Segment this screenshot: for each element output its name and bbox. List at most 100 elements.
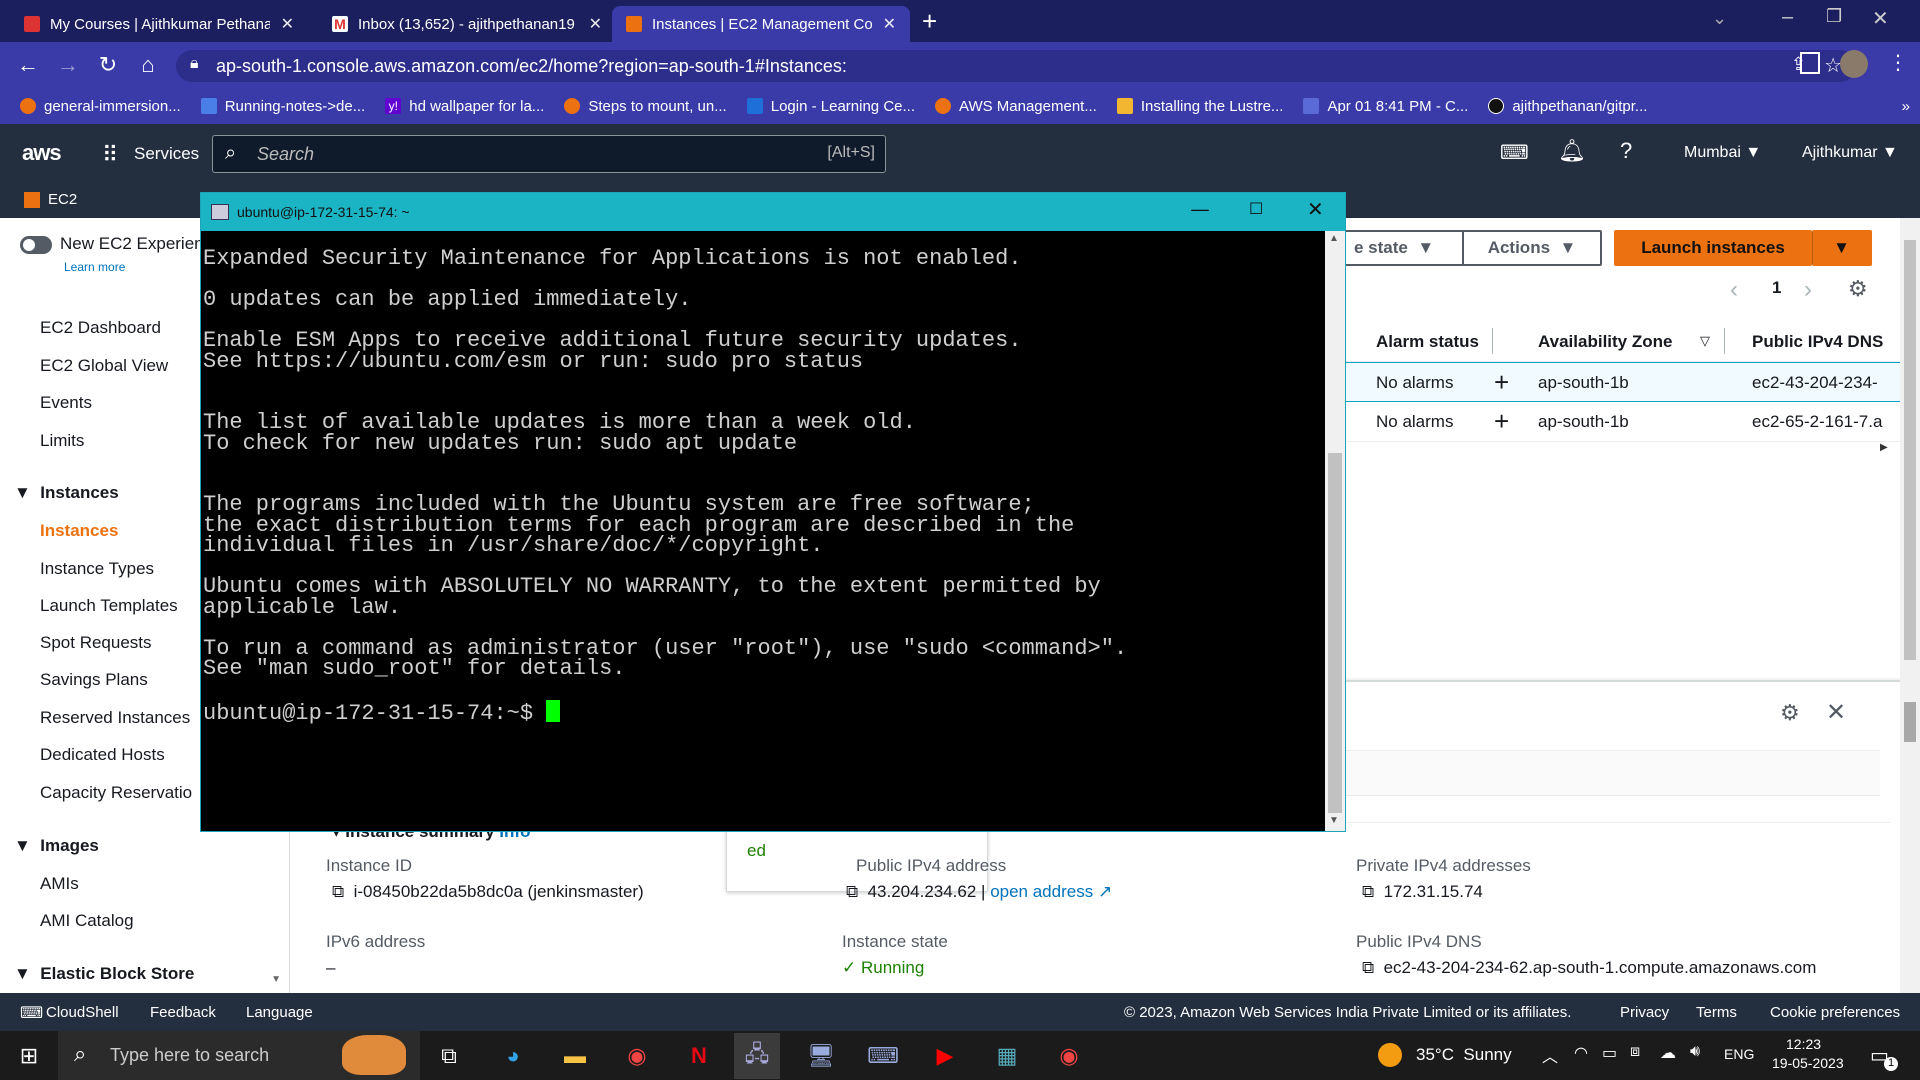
sidebar-item-limits[interactable]: Limits bbox=[40, 431, 84, 451]
bookmark-item[interactable]: general-immersion... bbox=[10, 98, 191, 115]
chrome-profile-icon[interactable]: ◉ bbox=[1046, 1033, 1092, 1079]
scrollbar-thumb[interactable] bbox=[1328, 453, 1342, 813]
external-link-icon[interactable]: ↗ bbox=[1098, 882, 1112, 901]
table-row[interactable]: No alarms + ap-south-1b ec2-43-204-234- bbox=[1346, 362, 1900, 402]
copy-icon[interactable]: ⧉ bbox=[1362, 958, 1374, 977]
forward-icon[interactable]: → bbox=[48, 52, 88, 78]
add-alarm-icon[interactable]: + bbox=[1494, 406, 1509, 437]
column-header-alarm-status[interactable]: Alarm status bbox=[1376, 332, 1479, 352]
terminal-scrollbar[interactable]: ▲ ▼ bbox=[1325, 231, 1345, 831]
cloudshell-icon[interactable]: ⌨ bbox=[1500, 140, 1529, 165]
tab-search-icon[interactable]: ⌄ bbox=[1712, 8, 1727, 29]
account-menu[interactable]: Ajithkumar ▼ bbox=[1802, 144, 1898, 162]
terminal-output[interactable]: Expanded Security Maintenance for Applic… bbox=[201, 231, 1325, 831]
add-alarm-icon[interactable]: + bbox=[1494, 367, 1509, 398]
profile-avatar[interactable] bbox=[1840, 50, 1868, 78]
close-icon[interactable]: ✕ bbox=[1826, 698, 1846, 727]
bookmark-item[interactable]: Login - Learning Ce... bbox=[737, 98, 925, 115]
wifi-icon[interactable]: ◠ bbox=[1574, 1043, 1588, 1063]
sidebar-item-launch-templates[interactable]: Launch Templates bbox=[40, 596, 178, 616]
terminal-titlebar[interactable]: ubuntu@ip-172-31-15-74: ~ — ☐ ✕ bbox=[201, 193, 1345, 231]
address-bar[interactable]: 🔒︎ ap-south-1.console.aws.amazon.com/ec2… bbox=[176, 50, 1856, 82]
network-icon[interactable]: ⧈ bbox=[1630, 1043, 1640, 1061]
sidebar-item-global-view[interactable]: EC2 Global View bbox=[40, 356, 168, 376]
sidebar-item-ami-catalog[interactable]: AMI Catalog bbox=[40, 911, 134, 931]
maximize-icon[interactable]: ☐ bbox=[1249, 199, 1263, 219]
keyboard-icon[interactable]: ⌨ bbox=[860, 1033, 906, 1079]
weather-text[interactable]: 35°C Sunny bbox=[1416, 1045, 1512, 1065]
aws-search-input[interactable]: ⌕ Search [Alt+S] bbox=[212, 135, 886, 173]
cloud-icon[interactable]: ☁ bbox=[1660, 1043, 1676, 1063]
close-tab-icon[interactable]: ✕ bbox=[281, 14, 294, 34]
sidebar-item-events[interactable]: Events bbox=[40, 393, 92, 413]
aws-logo[interactable]: aws bbox=[22, 140, 62, 166]
sidebar-section-ebs[interactable]: ▼ Elastic Block Store bbox=[14, 964, 194, 984]
menu-icon[interactable]: ⋮ bbox=[1888, 50, 1908, 75]
copy-icon[interactable]: ⧉ bbox=[1362, 882, 1374, 901]
tab-inbox[interactable]: M Inbox (13,652) - ajithpethanan19 ✕ bbox=[318, 6, 616, 42]
bookmark-item[interactable]: Installing the Lustre... bbox=[1107, 98, 1294, 115]
help-icon[interactable]: ? bbox=[1620, 138, 1632, 164]
launch-dropdown-icon[interactable]: ▼ bbox=[1812, 230, 1872, 266]
sort-icon[interactable]: ▽ bbox=[1700, 333, 1710, 349]
clock-time[interactable]: 12:23 bbox=[1786, 1036, 1821, 1052]
sidebar-item-spot-requests[interactable]: Spot Requests bbox=[40, 633, 152, 653]
bell-icon[interactable]: 🔔︎ bbox=[1558, 138, 1586, 164]
putty-icon[interactable]: 🖧︎ bbox=[734, 1033, 780, 1079]
page-number[interactable]: 1 bbox=[1772, 278, 1781, 298]
services-grid-icon[interactable]: ⠿ bbox=[102, 142, 118, 168]
scroll-up-icon[interactable]: ▲ bbox=[1329, 233, 1339, 244]
sidebar-item-instance-types[interactable]: Instance Types bbox=[40, 559, 154, 579]
sidebar-item-reserved-instances[interactable]: Reserved Instances bbox=[40, 708, 190, 728]
feedback-link[interactable]: Feedback bbox=[150, 1004, 216, 1021]
sidebar-item-instances[interactable]: Instances bbox=[40, 521, 118, 541]
sidebar-item-savings-plans[interactable]: Savings Plans bbox=[40, 670, 148, 690]
cookie-preferences-link[interactable]: Cookie preferences bbox=[1770, 1004, 1900, 1021]
region-selector[interactable]: Mumbai ▼ bbox=[1684, 144, 1761, 162]
clock-date[interactable]: 19-05-2023 bbox=[1772, 1055, 1844, 1071]
netflix-icon[interactable]: N bbox=[676, 1033, 722, 1079]
bookmark-item[interactable]: Steps to mount, un... bbox=[554, 98, 736, 115]
close-tab-icon[interactable]: ✕ bbox=[883, 14, 896, 34]
edge-icon[interactable]: ◕ bbox=[490, 1033, 536, 1079]
chrome-icon[interactable]: ◉ bbox=[614, 1033, 660, 1079]
task-view-icon[interactable]: ⧉ bbox=[426, 1033, 472, 1079]
language-indicator[interactable]: ENG bbox=[1724, 1046, 1754, 1062]
column-header-public-dns[interactable]: Public IPv4 DNS bbox=[1752, 332, 1883, 352]
terms-link[interactable]: Terms bbox=[1696, 1004, 1737, 1021]
putty-terminal-window[interactable]: ubuntu@ip-172-31-15-74: ~ — ☐ ✕ Expanded… bbox=[200, 192, 1346, 832]
restore-icon[interactable]: ❐ bbox=[1826, 6, 1842, 27]
battery-icon[interactable]: ▭ bbox=[1602, 1043, 1617, 1063]
tab-my-courses[interactable]: My Courses | Ajithkumar Pethana ✕ bbox=[10, 6, 308, 42]
page-scrollbar[interactable] bbox=[1900, 218, 1920, 993]
next-page-icon[interactable]: › bbox=[1804, 276, 1812, 304]
services-menu[interactable]: Services bbox=[134, 144, 199, 164]
file-explorer-icon[interactable]: ▬ bbox=[552, 1033, 598, 1079]
actions-button[interactable]: Actions ▼ bbox=[1462, 230, 1602, 266]
scrollbar-thumb[interactable] bbox=[1904, 240, 1916, 660]
sidebar-scroll-down-icon[interactable]: ▼ bbox=[271, 974, 281, 985]
bookmark-item[interactable]: Running-notes->de... bbox=[191, 98, 376, 115]
scroll-down-icon[interactable]: ▼ bbox=[1329, 815, 1339, 826]
scroll-right-icon[interactable]: ▶ bbox=[1880, 442, 1888, 453]
bookmark-item[interactable]: AWS Management... bbox=[925, 98, 1107, 115]
windows-start-icon[interactable]: ⊞ bbox=[6, 1033, 52, 1079]
sidebar-section-instances[interactable]: ▼ Instances bbox=[14, 483, 119, 503]
close-tab-icon[interactable]: ✕ bbox=[589, 14, 602, 34]
volume-icon[interactable]: 🔊︎ bbox=[1690, 1043, 1700, 1061]
reload-icon[interactable]: ↻ bbox=[88, 52, 128, 78]
minimize-icon[interactable]: – bbox=[1782, 6, 1793, 29]
remote-desktop-icon[interactable]: 🖥︎ bbox=[798, 1033, 844, 1079]
side-panel-icon[interactable] bbox=[1800, 52, 1820, 74]
minimize-icon[interactable]: — bbox=[1191, 199, 1209, 220]
sidebar-item-amis[interactable]: AMIs bbox=[40, 874, 79, 894]
home-icon[interactable]: ⌂ bbox=[128, 52, 168, 78]
open-address-link[interactable]: open address bbox=[990, 882, 1093, 901]
settings-gear-icon[interactable]: ⚙ bbox=[1780, 700, 1800, 726]
new-tab-icon[interactable]: + bbox=[922, 6, 937, 37]
privacy-link[interactable]: Privacy bbox=[1620, 1004, 1669, 1021]
sidebar-section-images[interactable]: ▼ Images bbox=[14, 836, 99, 856]
column-header-availability-zone[interactable]: Availability Zone bbox=[1538, 332, 1672, 352]
prev-page-icon[interactable]: ‹ bbox=[1730, 276, 1738, 304]
taskbar-search[interactable]: ⌕ Type here to search bbox=[58, 1031, 420, 1080]
